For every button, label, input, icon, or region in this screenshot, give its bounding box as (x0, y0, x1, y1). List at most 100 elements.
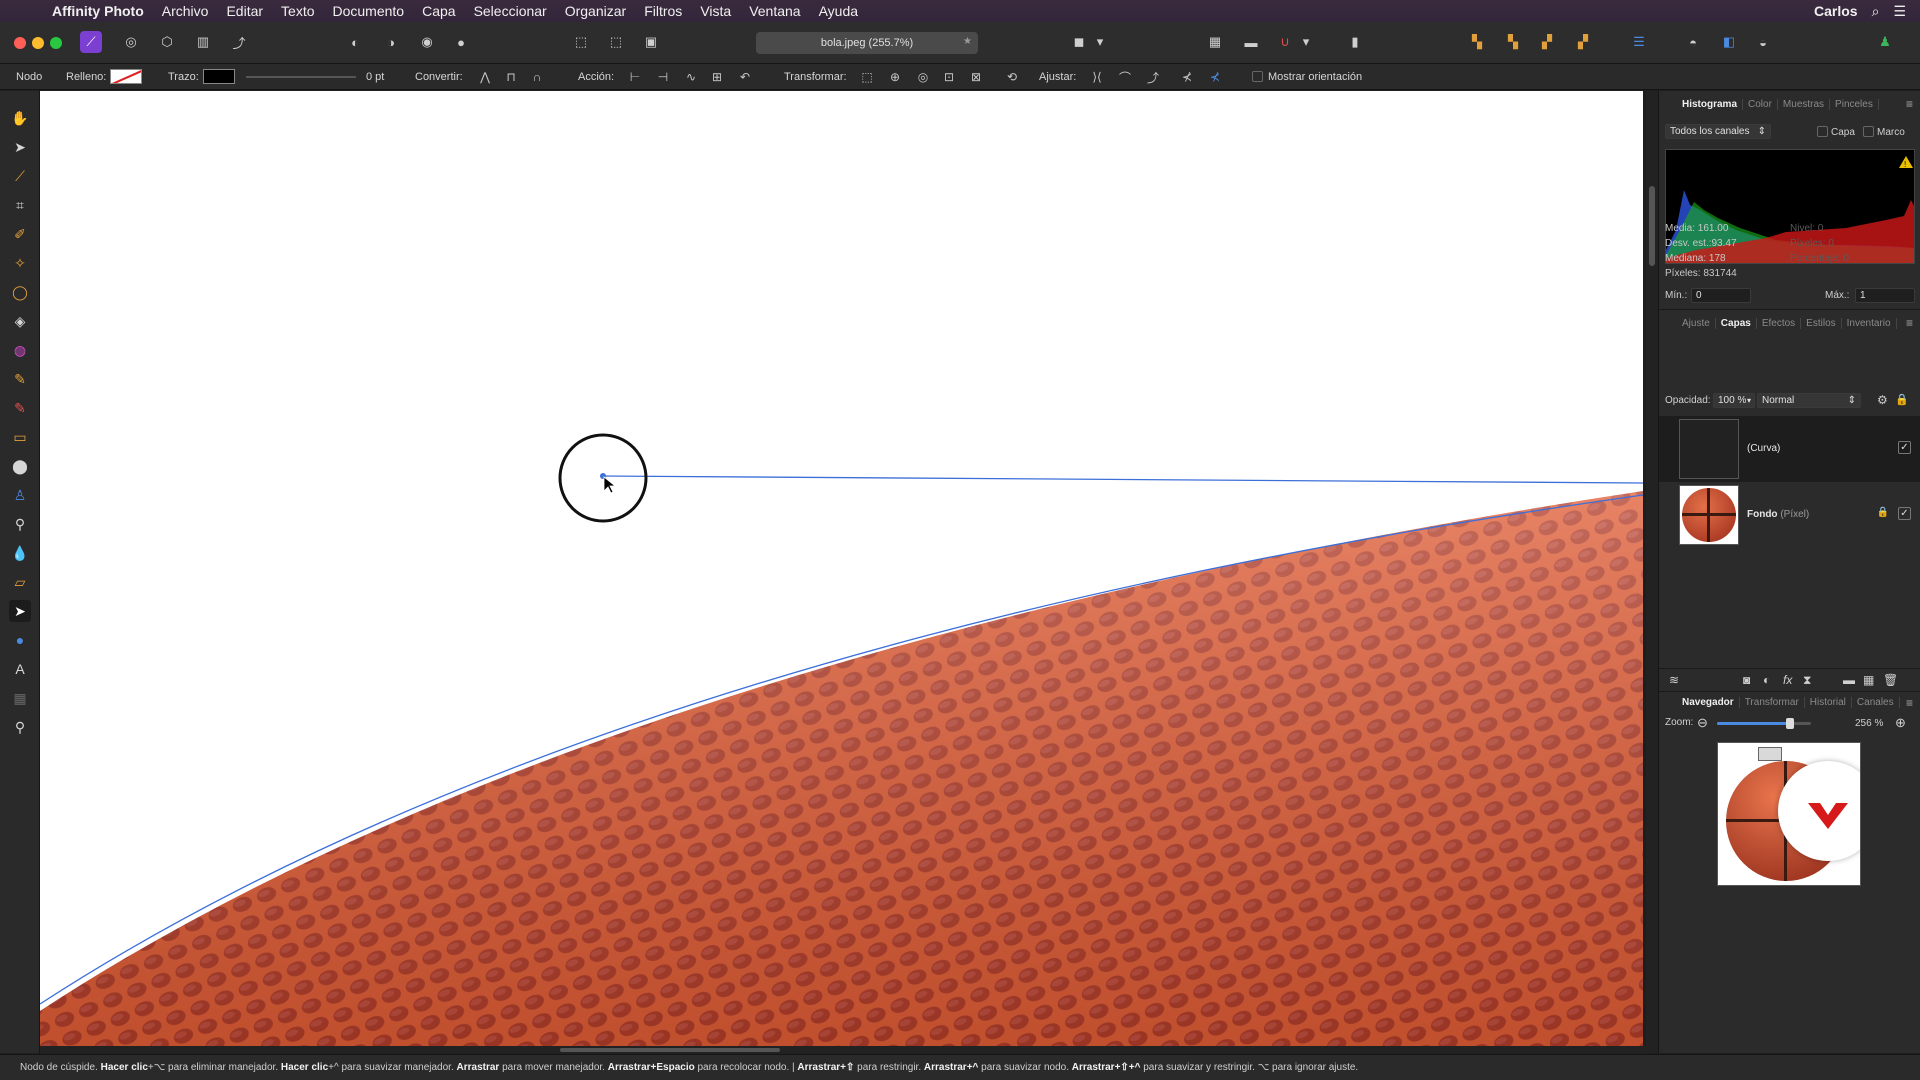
invert-selection-icon[interactable]: ▣ (640, 31, 662, 53)
transform-center-icon[interactable]: ⊡ (940, 69, 958, 85)
color-wheel-icon[interactable]: ◉ (416, 31, 438, 53)
layer-visibility-checkbox[interactable]: ✓ (1898, 507, 1911, 520)
move-tool-icon[interactable]: ➤ (9, 136, 31, 158)
color-replacement-tool-icon[interactable]: ✎ (9, 397, 31, 419)
color-picker-tool-icon[interactable]: ⟋ (9, 165, 31, 187)
clone-tool-icon[interactable]: ♙ (9, 484, 31, 506)
add-mask-icon[interactable]: ◙ (1743, 673, 1750, 687)
snapping-magnet-icon[interactable]: ∪ (1274, 31, 1296, 53)
tab-effects[interactable]: Efectos (1757, 317, 1802, 329)
account-user-icon[interactable]: ♟ (1874, 31, 1896, 53)
levels-adjustment-icon[interactable]: ◐ (344, 31, 366, 53)
vertical-scroll-thumb[interactable] (1649, 186, 1655, 266)
node-tool-icon[interactable]: ➤ (9, 600, 31, 622)
move-forward-one-icon[interactable]: ▞ (1536, 31, 1558, 53)
selection-brush-tool-icon[interactable]: ✐ (9, 223, 31, 245)
deselect-icon[interactable]: ⬚ (605, 31, 627, 53)
layer-locked-icon[interactable]: 🔒 (1877, 507, 1889, 518)
export-persona-icon[interactable]: ⤴ (228, 31, 250, 53)
adjustment-layer-icon[interactable]: ◐ (1763, 673, 1770, 687)
mask-dropdown-chevron-icon[interactable]: ▾ (1094, 31, 1106, 53)
menu-ventana[interactable]: Ventana (749, 3, 800, 19)
menu-capa[interactable]: Capa (422, 3, 455, 19)
snap-curve-icon[interactable]: ⌒ (1116, 69, 1134, 85)
fx-icon[interactable]: fx (1783, 673, 1792, 687)
zoom-in-icon[interactable]: ⊕ (1895, 715, 1906, 731)
tab-history[interactable]: Historial (1805, 697, 1852, 708)
move-to-front-icon[interactable]: ▞ (1572, 31, 1594, 53)
reverse-curve-icon[interactable]: ↶ (736, 69, 754, 85)
delete-layer-icon[interactable]: 🗑 (1883, 673, 1898, 687)
menu-organizar[interactable]: Organizar (565, 3, 626, 19)
horizontal-scrollbar[interactable] (40, 1046, 1646, 1054)
stroke-width-value[interactable]: 0 pt (366, 71, 384, 83)
rotate-mode-icon[interactable]: ⊕ (886, 69, 904, 85)
tab-stock[interactable]: Inventario (1842, 317, 1897, 329)
stroke-width-slider[interactable] (246, 76, 356, 78)
tab-navigator[interactable]: Navegador (1677, 697, 1740, 708)
zoom-out-icon[interactable]: ⊖ (1697, 715, 1708, 731)
liquify-persona-icon[interactable]: ◎ (120, 31, 142, 53)
move-back-one-icon[interactable]: ▚ (1502, 31, 1524, 53)
photo-persona-icon[interactable]: ⟋ (80, 31, 102, 53)
menu-documento[interactable]: Documento (333, 3, 405, 19)
stroke-swatch[interactable] (203, 69, 235, 84)
view-hand-tool-icon[interactable]: ✋ (9, 107, 31, 129)
snap-node-icon[interactable]: ⤴ (1144, 69, 1162, 85)
intersect-boolean-icon[interactable]: ◒ (1752, 31, 1774, 53)
snap-angle-icon[interactable]: ⊀ (1178, 69, 1196, 85)
layer-stack-icon[interactable]: ≋ (1669, 673, 1679, 687)
break-curve-icon[interactable]: ⊢ (626, 69, 644, 85)
blend-mode-select[interactable]: Normal ⇕ (1757, 393, 1861, 408)
snap-constrain-icon[interactable]: ⊀ (1206, 69, 1224, 85)
panel-menu-icon[interactable]: ≡ (1906, 696, 1913, 710)
convert-sharp-icon[interactable]: ⋀ (476, 69, 494, 85)
layer-checkbox[interactable] (1817, 126, 1828, 137)
zoom-value[interactable]: 256 % (1855, 718, 1883, 729)
menu-vista[interactable]: Vista (700, 3, 731, 19)
document-tab[interactable]: bola.jpeg (255.7%) ★ (756, 32, 978, 54)
tone-mapping-persona-icon[interactable]: ▥ (192, 31, 214, 53)
zoom-window-button[interactable] (50, 37, 62, 49)
frame-checkbox[interactable] (1863, 126, 1874, 137)
menu-ayuda[interactable]: Ayuda (819, 3, 858, 19)
transform-rotate-box-icon[interactable]: ⟲ (1003, 69, 1021, 85)
context-toolbar-icon[interactable]: ▮ (1344, 31, 1366, 53)
user-name[interactable]: Carlos (1814, 3, 1858, 19)
tab-swatches[interactable]: Muestras (1778, 98, 1831, 110)
spotlight-search-icon[interactable]: ⌕ (1872, 3, 1880, 20)
lasso-tool-icon[interactable]: ◯ (9, 281, 31, 303)
max-field[interactable]: 1 (1855, 288, 1915, 303)
mesh-warp-tool-icon[interactable]: ▦ (9, 687, 31, 709)
dodge-tool-icon[interactable]: ⬤ (9, 455, 31, 477)
convert-smart-icon[interactable]: ∩ (528, 69, 546, 85)
navigator-preview[interactable] (1717, 742, 1861, 886)
flood-select-tool-icon[interactable]: ✧ (9, 252, 31, 274)
layer-settings-gear-icon[interactable]: ⚙ (1877, 393, 1888, 407)
layer-row-curve[interactable]: (Curva) ✓ (1659, 416, 1920, 482)
opacity-field[interactable]: 100 % ▾ (1713, 393, 1755, 408)
convert-smooth-icon[interactable]: ⊓ (502, 69, 520, 85)
white-balance-icon[interactable]: ● (450, 31, 472, 53)
zoom-tool-icon[interactable]: ⚲ (9, 716, 31, 738)
tab-layers[interactable]: Capas (1716, 317, 1757, 329)
erase-brush-tool-icon[interactable]: ▭ (9, 426, 31, 448)
healing-brush-tool-icon[interactable]: ▱ (9, 571, 31, 593)
smooth-curve-icon[interactable]: ∿ (682, 69, 700, 85)
menu-archivo[interactable]: Archivo (162, 3, 209, 19)
tab-histogram[interactable]: Histograma (1677, 98, 1744, 110)
tab-brushes[interactable]: Pinceles (1830, 98, 1879, 110)
vertical-scrollbar[interactable] (1646, 91, 1658, 1053)
layer-visibility-checkbox[interactable]: ✓ (1898, 441, 1911, 454)
crop-tool-icon[interactable]: ⌗ (9, 194, 31, 216)
add-pixel-layer-icon[interactable]: ▦ (1863, 673, 1874, 687)
show-orientation-checkbox[interactable] (1252, 71, 1263, 82)
red-eye-tool-icon[interactable]: ⚲ (9, 513, 31, 535)
tab-adjustment[interactable]: Ajuste (1677, 317, 1716, 329)
develop-persona-icon[interactable]: ⬡ (156, 31, 178, 53)
text-tool-icon[interactable]: A (9, 658, 31, 680)
shape-tool-icon[interactable]: ● (9, 629, 31, 651)
document-canvas[interactable] (40, 91, 1643, 1046)
fill-swatch[interactable] (110, 69, 142, 84)
menu-texto[interactable]: Texto (281, 3, 314, 19)
